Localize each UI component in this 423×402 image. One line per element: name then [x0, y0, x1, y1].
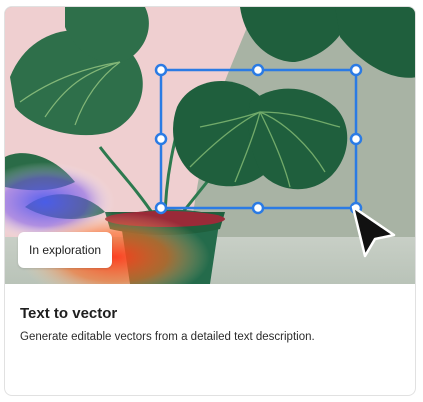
resize-handle-top-right[interactable] — [349, 63, 363, 77]
resize-handle-top[interactable] — [251, 63, 265, 77]
hero-illustration: In exploration — [5, 7, 415, 284]
status-badge: In exploration — [18, 232, 113, 268]
card-description: Generate editable vectors from a detaile… — [20, 331, 315, 343]
resize-handle-bottom[interactable] — [251, 201, 265, 215]
resize-handle-right[interactable] — [349, 132, 363, 146]
resize-handle-top-left[interactable] — [154, 63, 168, 77]
card-content: Text to vector Generate editable vectors… — [20, 305, 403, 343]
card-title: Text to vector — [20, 305, 118, 322]
resize-handle-bottom-left[interactable] — [154, 201, 168, 215]
resize-handle-left[interactable] — [154, 132, 168, 146]
feature-card[interactable]: In exploration Text to vector Generate e… — [4, 6, 416, 396]
